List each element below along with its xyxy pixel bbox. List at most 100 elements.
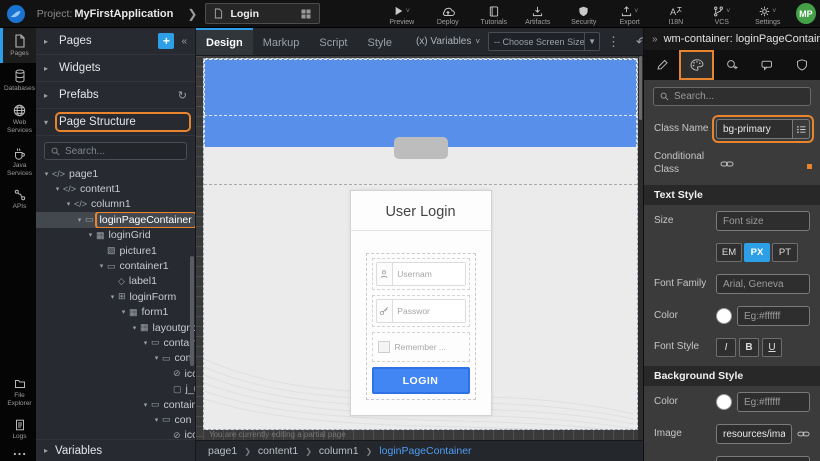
username-input[interactable] — [393, 263, 464, 285]
breadcrumb-content1[interactable]: content1 — [258, 445, 298, 457]
expander-icon[interactable]: ▾ — [42, 170, 51, 178]
font-style-italic[interactable]: I — [716, 338, 736, 357]
class-picker-button[interactable] — [792, 119, 810, 139]
expander-icon[interactable]: ▾ — [130, 324, 139, 332]
expander-icon[interactable]: ▾ — [119, 308, 128, 316]
rail-item-databases[interactable]: Databases — [0, 63, 36, 98]
style-search[interactable] — [653, 87, 811, 106]
password-row[interactable] — [372, 295, 470, 327]
structure-search[interactable] — [44, 142, 187, 160]
expander-icon[interactable]: ▾ — [141, 339, 150, 347]
structure-search-input[interactable] — [65, 146, 180, 157]
expander-icon[interactable]: ▾ — [75, 216, 84, 224]
expander-icon[interactable]: ▾ — [152, 416, 161, 424]
header-row-blue[interactable] — [204, 59, 637, 115]
collapse-panel-icon[interactable]: « — [181, 36, 187, 47]
tab-style[interactable]: Style — [358, 28, 402, 55]
tree-node-con[interactable]: ▾▭con — [36, 412, 195, 427]
add-page-button[interactable]: + — [158, 33, 174, 49]
rail-item-pages[interactable]: Pages — [0, 28, 36, 63]
login-button[interactable]: LOGIN — [372, 367, 470, 394]
expander-icon[interactable]: ▾ — [64, 200, 73, 208]
tree-node-label1[interactable]: ◇label1 — [36, 274, 195, 289]
i18n-button[interactable]: AI18N — [654, 2, 698, 26]
remember-row[interactable]: Remember ... — [372, 332, 470, 362]
grid-view-icon[interactable] — [301, 9, 311, 19]
font-style-bold[interactable]: B — [739, 338, 759, 357]
style-search-input[interactable] — [674, 91, 804, 102]
font-size-input[interactable] — [716, 211, 810, 231]
section-prefabs[interactable]: ▸Prefabs↻ — [36, 82, 195, 109]
breadcrumb-column1[interactable]: column1 — [319, 445, 359, 457]
canvas-scrollbar[interactable] — [638, 56, 643, 440]
username-row[interactable] — [372, 258, 470, 290]
tree-node-picture1[interactable]: ▧picture1 — [36, 243, 195, 258]
panel-tab-palette[interactable] — [679, 50, 714, 80]
expander-icon[interactable]: ▾ — [152, 354, 161, 362]
settings-button[interactable]: ˅Settings — [746, 2, 790, 26]
tab-markup[interactable]: Markup — [253, 28, 310, 55]
artifacts-button[interactable]: Artifacts — [516, 2, 560, 26]
tree-node-form1[interactable]: ▾▦form1 — [36, 305, 195, 320]
font-color-input[interactable] — [737, 306, 810, 326]
tree-node-loginform[interactable]: ▾⊞loginForm — [36, 289, 195, 304]
security-button[interactable]: Security — [562, 2, 606, 26]
tree-scrollbar[interactable] — [190, 256, 194, 366]
panel-tab-chat[interactable] — [750, 50, 785, 80]
tree-node-contain[interactable]: ▾▭contain — [36, 397, 195, 412]
class-name-input[interactable] — [716, 119, 792, 139]
tree-node-container1[interactable]: ▾▭container1 — [36, 258, 195, 273]
unit-pt[interactable]: PT — [772, 243, 798, 262]
tree-node-loginpagecontainer[interactable]: ▾▭loginPageContainer — [36, 212, 195, 227]
login-form-widget[interactable]: Remember ... LOGIN — [366, 253, 476, 400]
export-button[interactable]: ˅Export — [608, 2, 652, 26]
expander-icon[interactable]: ▾ — [86, 231, 95, 239]
preview-button[interactable]: ˅Preview — [380, 2, 424, 26]
bg-color-swatch[interactable] — [716, 394, 732, 410]
remember-checkbox[interactable] — [378, 341, 390, 353]
rail-item-java-services[interactable]: Java Services — [0, 141, 36, 183]
tree-node-con[interactable]: ▾▭con — [36, 351, 195, 366]
panel-tab-shield-outline[interactable] — [785, 50, 820, 80]
bg-image-input[interactable] — [716, 424, 792, 444]
bg-repeat-select[interactable]: no-repeat ▼ — [716, 456, 810, 461]
rail-item-apis[interactable]: APIs — [0, 183, 36, 216]
refresh-icon[interactable]: ↻ — [178, 89, 187, 102]
font-family-input[interactable] — [716, 274, 810, 294]
variables-dropdown[interactable]: (x) Variables ˅ — [416, 36, 480, 47]
tree-node-content1[interactable]: ▾</>content1 — [36, 181, 195, 196]
tab-script[interactable]: Script — [309, 28, 357, 55]
font-color-swatch[interactable] — [716, 308, 732, 324]
breadcrumb-page1[interactable]: page1 — [208, 445, 237, 457]
expander-icon[interactable]: ▾ — [108, 293, 117, 301]
bg-color-input[interactable] — [737, 392, 810, 412]
vcs-button[interactable]: ˅VCS — [700, 2, 744, 26]
panel-collapse-icon[interactable]: » — [652, 34, 658, 45]
tree-node-page1[interactable]: ▾</>page1 — [36, 166, 195, 181]
tree-node-j_us[interactable]: ▢j_us — [36, 381, 195, 396]
screen-size-select[interactable]: -- Choose Screen Size -- ▼ — [488, 32, 600, 51]
section-pages[interactable]: ▸Pages+« — [36, 28, 195, 55]
deploy-button[interactable]: Deploy — [426, 2, 470, 26]
expander-icon[interactable]: ▾ — [97, 262, 106, 270]
rail-item-more[interactable] — [0, 446, 36, 461]
user-avatar[interactable]: MP — [796, 3, 816, 24]
section-widgets[interactable]: ▸Widgets — [36, 55, 195, 82]
tree-node-layoutgrid2[interactable]: ▾▦layoutgrid2 — [36, 320, 195, 335]
more-options-icon[interactable]: ⋮ — [607, 34, 621, 50]
unit-px[interactable]: PX — [744, 243, 770, 262]
font-style-underline[interactable]: U — [762, 338, 782, 357]
rail-item-logs[interactable]: Logs — [0, 413, 36, 446]
password-input[interactable] — [393, 300, 464, 322]
app-logo-icon[interactable] — [0, 0, 33, 27]
tab-design[interactable]: Design — [196, 28, 253, 55]
unit-em[interactable]: EM — [716, 243, 742, 262]
tutorials-button[interactable]: Tutorials — [472, 2, 516, 26]
expander-icon[interactable]: ▾ — [53, 185, 62, 193]
section-page-structure[interactable]: ▾Page Structure — [36, 109, 195, 136]
bind-link-icon[interactable] — [716, 160, 810, 168]
breadcrumb-loginpagecontainer[interactable]: loginPageContainer — [379, 445, 471, 457]
expander-icon[interactable]: ▾ — [141, 401, 150, 409]
bind-link-icon[interactable] — [797, 430, 810, 438]
rail-item-web-services[interactable]: Web Services — [0, 98, 36, 140]
